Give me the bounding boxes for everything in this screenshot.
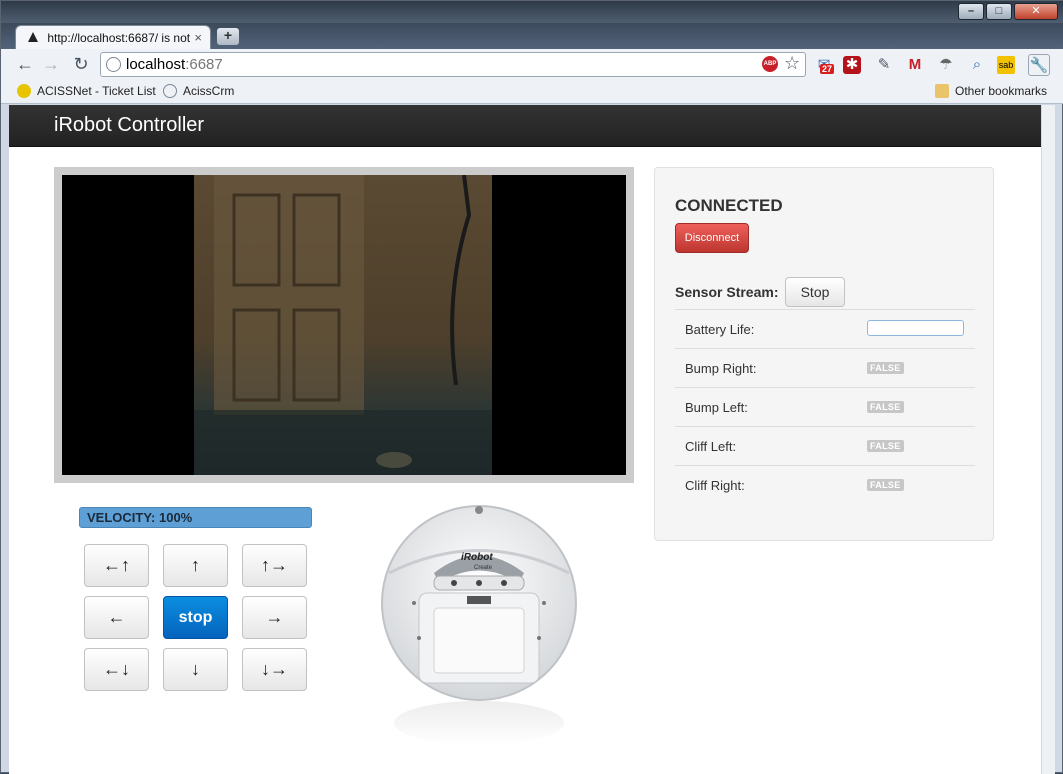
pin-icon[interactable]: ✎ [873, 54, 895, 76]
window-controls: – □ ✕ [958, 3, 1058, 20]
table-row: Battery Life: [675, 309, 975, 348]
new-tab-button[interactable]: + [217, 28, 239, 45]
turn-right-button[interactable]: → [242, 596, 307, 639]
turn-left-button[interactable]: ← [84, 596, 149, 639]
robot-brand-text: iRobot [461, 552, 493, 563]
minimize-button[interactable]: – [958, 3, 984, 20]
page-favicon-icon [28, 32, 38, 42]
gmail-icon[interactable]: M [904, 54, 926, 76]
mail-count-badge: 27 [820, 64, 835, 74]
bookmark-label: ACISSNet - Ticket List [37, 84, 156, 98]
robot-image: iRobot Create [379, 498, 579, 748]
mail-checker-icon[interactable]: ✉27 [813, 54, 835, 76]
bookmark-item[interactable]: ACISSNet - Ticket List [17, 84, 156, 98]
status-badge: FALSE [867, 440, 904, 452]
forward-right-button[interactable]: ↑→ [242, 544, 307, 587]
forward-button[interactable]: ↑ [163, 544, 228, 587]
table-row: Cliff Left: FALSE [675, 426, 975, 465]
stop-button[interactable]: stop [163, 596, 228, 639]
status-panel: CONNECTED Disconnect Sensor Stream: Stop… [654, 167, 994, 541]
velocity-bar: VELOCITY: 100% [79, 507, 312, 528]
bookmark-label: AcissCrm [183, 84, 235, 98]
other-bookmarks-folder[interactable]: Other bookmarks [935, 84, 1047, 98]
browser-toolbar: ← → ↻ localhost:6687 ABP ☆ ✉27 ✱ ✎ M ☂ ⌕… [1, 49, 1063, 80]
app-navbar: iRobot Controller [9, 105, 1041, 147]
app-brand[interactable]: iRobot Controller [54, 114, 204, 137]
status-badge: FALSE [867, 479, 904, 491]
address-bar[interactable]: localhost:6687 ABP ☆ [100, 52, 806, 77]
reverse-right-button[interactable]: ↓→ [242, 648, 307, 691]
battery-life-field[interactable] [867, 320, 964, 336]
tab-close-icon[interactable]: × [194, 30, 202, 45]
sensor-label: Bump Right: [685, 361, 757, 376]
table-row: Bump Right: FALSE [675, 348, 975, 387]
maximize-button[interactable]: □ [986, 3, 1012, 20]
folder-icon [935, 84, 949, 98]
ticket-icon [17, 84, 31, 98]
camera-image [194, 175, 492, 475]
status-badge: FALSE [867, 401, 904, 413]
url-port: :6687 [185, 56, 223, 73]
other-bookmarks-label: Other bookmarks [955, 84, 1048, 98]
sensor-label: Bump Left: [685, 400, 748, 415]
umbrella-icon[interactable]: ☂ [935, 54, 957, 76]
lastpass-icon[interactable]: ✱ [843, 56, 861, 74]
search-tool-icon[interactable]: ⌕ [966, 54, 988, 76]
robot-illustration: iRobot Create [381, 505, 577, 745]
reverse-left-button[interactable]: ←↓ [84, 648, 149, 691]
battery-life-label: Battery Life: [685, 322, 755, 337]
reverse-button[interactable]: ↓ [163, 648, 228, 691]
table-row: Cliff Right: FALSE [675, 465, 975, 504]
velocity-label: VELOCITY: 100% [87, 510, 193, 525]
globe-icon [106, 57, 121, 72]
camera-frame [54, 167, 634, 483]
forward-left-button[interactable]: ←↑ [84, 544, 149, 587]
camera-scene-drawing [194, 175, 492, 475]
tab-title: http://localhost:6687/ is not [47, 31, 191, 45]
connection-status: CONNECTED [675, 196, 783, 215]
robot-model-text: Create [474, 565, 493, 571]
sensor-table: Battery Life: Bump Right: FALSE Bump Lef… [675, 309, 975, 504]
close-button[interactable]: ✕ [1014, 3, 1058, 20]
url-text[interactable]: localhost:6687 [126, 56, 223, 73]
page-viewport: iRobot Controller VELOCITY: 100% ←↑ ↑ ↑→… [9, 105, 1055, 774]
tab-strip: http://localhost:6687/ is not × + [1, 23, 1063, 49]
sensor-stream-stop-button[interactable]: Stop [785, 277, 845, 307]
page-scrollbar[interactable] [1041, 105, 1055, 774]
bookmark-star-icon[interactable]: ☆ [784, 53, 800, 74]
back-icon[interactable]: ← [15, 54, 35, 74]
browser-tab[interactable]: http://localhost:6687/ is not × [15, 25, 211, 49]
table-row: Bump Left: FALSE [675, 387, 975, 426]
direction-pad: ←↑ ↑ ↑→ ← stop → ←↓ ↓ ↓→ [84, 544, 307, 691]
sensor-stream-label: Sensor Stream: [675, 284, 779, 300]
adblock-icon[interactable]: ABP [762, 56, 778, 72]
sensor-label: Cliff Left: [685, 439, 737, 454]
title-bar: – □ ✕ [1, 1, 1063, 23]
bookmark-item[interactable]: AcissCrm [163, 84, 234, 98]
sensor-label: Cliff Right: [685, 478, 745, 493]
browser-window: – □ ✕ http://localhost:6687/ is not × + … [0, 0, 1063, 774]
camera-feed [62, 175, 626, 475]
status-badge: FALSE [867, 362, 904, 374]
bookmarks-bar: ACISSNet - Ticket List AcissCrm Other bo… [1, 80, 1063, 104]
globe-icon [163, 84, 177, 98]
url-host: localhost [126, 56, 186, 73]
reload-icon[interactable]: ↻ [71, 54, 91, 74]
wrench-icon[interactable]: 🔧 [1028, 54, 1050, 76]
sab-icon[interactable]: sab [997, 56, 1015, 74]
disconnect-button[interactable]: Disconnect [675, 223, 749, 253]
forward-icon[interactable]: → [41, 54, 61, 74]
